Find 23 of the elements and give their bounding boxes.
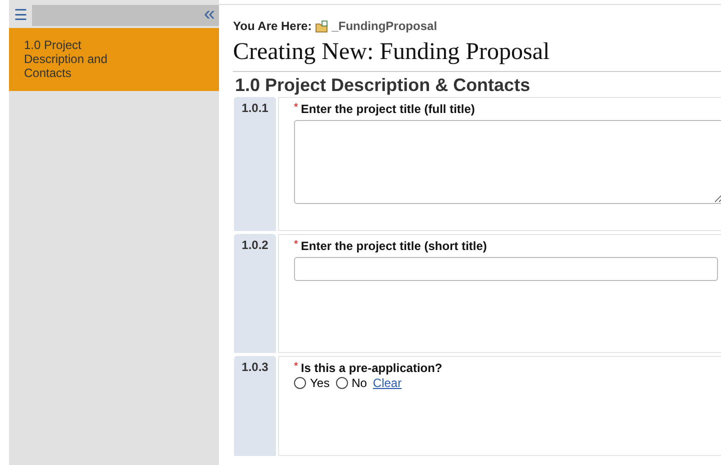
folder-icon [314,20,329,32]
clear-link[interactable]: Clear [372,376,402,390]
breadcrumb-link[interactable]: _FundingProposal [332,19,438,33]
question-label: Enter the project title (full title) [300,102,475,116]
breadcrumb-label: You Are Here: [233,19,312,33]
radio-button[interactable] [294,377,306,389]
required-mark: * [294,239,298,250]
option-label: Yes [310,376,330,390]
page-title: Creating New: Funding Proposal [233,39,721,72]
nav-item[interactable]: 1.0 Project Description and Contacts [9,28,219,91]
radio-button[interactable] [336,377,348,389]
required-mark: * [294,361,298,372]
menu-button[interactable]: ☰ [9,5,32,26]
question-label: Enter the project title (short title) [300,239,487,253]
collapse-icon[interactable]: « [204,5,219,26]
question-label: Is this a pre-application? [300,361,442,375]
section-heading: 1.0 Project Description & Contacts [235,74,532,97]
question-number: 1.0.1 [234,97,276,231]
required-mark: * [294,102,298,113]
question-number: 1.0.3 [234,356,276,456]
input-field[interactable] [294,257,718,281]
question-number: 1.0.2 [234,234,276,353]
option-label: No [352,376,367,390]
